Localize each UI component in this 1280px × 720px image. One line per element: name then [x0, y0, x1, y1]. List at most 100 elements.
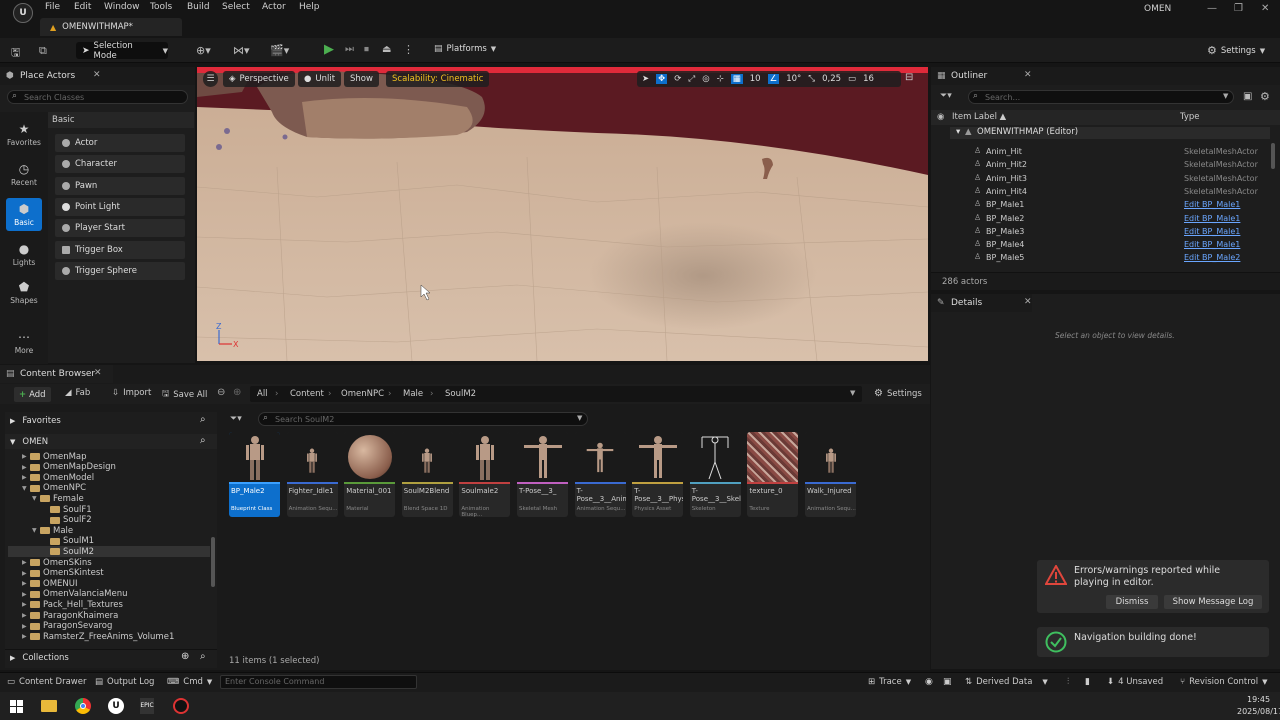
search-icon[interactable]: ⌕ — [200, 651, 206, 662]
asset-tile[interactable]: Material_001 Material — [344, 432, 396, 517]
add-folder-icon[interactable]: ▣ — [1243, 91, 1252, 102]
outliner-row[interactable]: ♙ BP_Male3 Edit BP_Male1 — [932, 225, 1272, 238]
asset-tile[interactable]: Soulmale2 Animation Bluep... — [459, 432, 511, 517]
content-drawer-button[interactable]: ▭ Content Drawer — [7, 677, 86, 687]
platforms-dropdown[interactable]: ▤ Platforms ▼ — [434, 44, 496, 54]
menu-help[interactable]: Help — [299, 2, 320, 12]
actor-item-character[interactable]: Character — [55, 155, 185, 173]
outliner-row[interactable]: ♙ Anim_Hit3 SkeletalMeshActor — [932, 172, 1272, 185]
camera-icon[interactable]: ▣ — [943, 677, 952, 687]
output-log-button[interactable]: ▤ Output Log — [95, 677, 154, 687]
console-input[interactable]: Enter Console Command — [220, 675, 417, 689]
visibility-eye-icon[interactable]: ◉ — [937, 112, 944, 122]
outliner-row-type[interactable]: Edit BP_Male1 — [1184, 214, 1240, 223]
save-all-button[interactable]: 🖫 Save All — [162, 388, 207, 402]
category-more[interactable]: ⋯ More — [0, 330, 48, 355]
play-options-icon[interactable]: ⋮ — [403, 43, 414, 56]
add-collection-icon[interactable]: ⊕ — [181, 651, 189, 662]
folder-tree-item[interactable]: ▶ OMENUI — [22, 578, 207, 589]
category-recent[interactable]: ◷ Recent — [0, 162, 48, 187]
folder-tree-item[interactable]: SoulF1 — [42, 504, 207, 515]
derived-data-dropdown[interactable]: ⇅ Derived Data ▼ — [965, 677, 1048, 687]
forward-arrow-icon[interactable]: ⊕ — [233, 387, 241, 398]
menu-actor[interactable]: Actor — [262, 2, 286, 12]
breadcrumb-male[interactable]: Male — [403, 389, 423, 399]
breadcrumb-soulm2[interactable]: SoulM2 — [445, 389, 476, 399]
outliner-row-type[interactable]: Edit BP_Male1 — [1184, 200, 1240, 209]
menu-select[interactable]: Select — [222, 2, 250, 12]
outliner-scrollbar[interactable] — [1271, 143, 1275, 169]
rotate-tool-icon[interactable]: ⟳ — [674, 74, 681, 84]
step-icon[interactable]: ⏭ — [345, 44, 354, 55]
actor-item-player-start[interactable]: Player Start — [55, 219, 185, 237]
unreal-taskbar-icon[interactable]: U — [108, 698, 124, 714]
surface-snap-icon[interactable]: ⊹ — [717, 74, 724, 84]
folder-tree-item[interactable]: ▼ Male — [32, 525, 207, 536]
add-button[interactable]: + Add — [14, 387, 51, 402]
import-button[interactable]: ⇩ Import — [112, 388, 151, 398]
play-icon[interactable]: ▶ — [324, 42, 334, 57]
favorites-section[interactable]: ▶ Favorites ⌕ — [5, 413, 217, 428]
category-basic[interactable]: ⬢ Basic — [6, 198, 42, 231]
search-icon[interactable]: ⌕ — [200, 414, 206, 425]
asset-tile[interactable]: texture_0 Texture — [747, 432, 799, 517]
outliner-search-input[interactable]: ⌕ Search... ▼ — [968, 90, 1234, 104]
select-tool-icon[interactable]: ➤ — [642, 74, 649, 84]
category-lights[interactable]: ● Lights — [0, 242, 48, 267]
unlit-button[interactable]: ● Unlit — [298, 71, 342, 87]
asset-tile[interactable]: T-Pose__3__Anim Animation Sequ... — [574, 432, 626, 517]
obs-icon[interactable] — [173, 698, 189, 714]
breadcrumb-all[interactable]: All — [257, 389, 268, 399]
folder-tree-item[interactable]: ▶ Pack_Hell_Textures — [22, 599, 207, 610]
outliner-row[interactable]: ♙ Anim_Hit SkeletalMeshActor — [932, 145, 1272, 158]
outliner-row[interactable]: ♙ BP_Male4 Edit BP_Male1 — [932, 238, 1272, 251]
folder-tree-item[interactable]: ▶ OmenMap — [22, 451, 207, 462]
grid-snap-value[interactable]: 10 — [750, 74, 761, 84]
angle-snap-icon[interactable]: ∠ — [767, 74, 780, 84]
folder-tree-item[interactable]: SoulF2 — [42, 515, 207, 526]
move-tool-icon[interactable]: ✥ — [656, 74, 668, 84]
search-icon[interactable]: ⌕ — [200, 435, 206, 446]
asset-tile[interactable]: SoulM2Blend Blend Space 1D — [401, 432, 453, 517]
outliner-root-row[interactable]: ▾ ▲ OMENWITHMAP (Editor) — [950, 127, 1270, 139]
cinematics-icon[interactable]: 🎬▾ — [270, 44, 289, 57]
column-type[interactable]: Type — [1180, 112, 1200, 122]
scale-snap-icon[interactable]: ⤡ — [808, 74, 815, 84]
viewport-layout-icon[interactable]: ⊟ — [905, 72, 913, 83]
folder-tree-item[interactable]: ▶ OmenMapDesign — [22, 462, 207, 473]
chrome-icon[interactable] — [75, 698, 91, 714]
outliner-row[interactable]: ♙ Anim_Hit4 SkeletalMeshActor — [932, 185, 1272, 198]
close-tab-icon[interactable]: ✕ — [1024, 70, 1032, 80]
folder-tree-item[interactable]: SoulM1 — [42, 536, 207, 547]
asset-tile[interactable]: Walk_Injured Animation Sequ... — [805, 432, 856, 517]
badge-icon[interactable]: ▮ — [1085, 677, 1090, 687]
asset-tile[interactable]: T-Pose__3__PhysicsAsset Physics Asset — [632, 432, 684, 517]
show-button[interactable]: Show — [344, 71, 379, 87]
scale-tool-icon[interactable]: ⤢ — [688, 74, 695, 84]
unreal-logo-icon[interactable]: U — [13, 3, 33, 23]
angle-snap-value[interactable]: 10° — [786, 74, 801, 84]
folder-tree-item[interactable]: ▶ ParagonKhaimera — [22, 610, 207, 621]
folder-tree-item[interactable]: ▼ OmenNPC — [22, 483, 207, 494]
settings-dropdown[interactable]: ⚙ Settings ▼ — [1207, 44, 1265, 57]
menu-build[interactable]: Build — [187, 2, 210, 12]
camera-speed-value[interactable]: 16 — [863, 74, 874, 84]
filter-icon[interactable]: ⏷▾ — [940, 91, 952, 101]
windows-start-icon[interactable] — [10, 700, 23, 713]
save-icon[interactable]: 🖫 — [11, 44, 20, 63]
tree-scrollbar[interactable] — [211, 537, 215, 587]
close-tab-icon[interactable]: ✕ — [94, 368, 102, 378]
gear-icon[interactable]: ⚙ — [1260, 90, 1270, 103]
outliner-row[interactable]: ♙ BP_Male2 Edit BP_Male1 — [932, 212, 1272, 225]
close-window-icon[interactable]: ✕ — [1261, 3, 1269, 14]
filter-icon[interactable]: ⏷▾ — [230, 414, 242, 424]
camera-speed-icon[interactable]: ▭ — [848, 74, 856, 84]
scalability-button[interactable]: Scalability: Cinematic — [386, 71, 490, 87]
eject-icon[interactable]: ⏏ — [382, 44, 391, 55]
actor-item-point-light[interactable]: Point Light — [55, 198, 185, 216]
menu-window[interactable]: Window — [104, 2, 140, 12]
outliner-row[interactable]: ♙ BP_Male5 Edit BP_Male2 — [932, 251, 1272, 264]
folder-tree-item[interactable]: ▶ RamsterZ_FreeAnims_Volume1 — [22, 631, 207, 642]
folder-tree-item[interactable]: ▶ OmenSKins — [22, 557, 207, 568]
close-tab-icon[interactable]: ✕ — [93, 70, 101, 80]
